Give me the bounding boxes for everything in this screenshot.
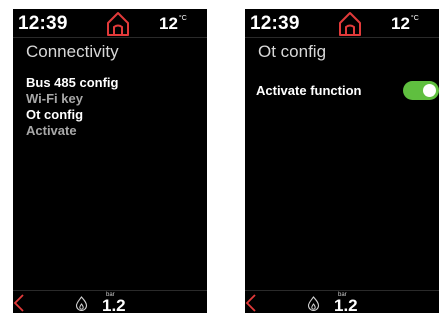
pressure-value: 1.2	[102, 296, 126, 313]
chevron-left-icon[interactable]	[245, 293, 257, 313]
bottom-bar: bar 1.2	[245, 290, 439, 313]
clock-time: 12:39	[250, 13, 300, 34]
bottom-bar: bar 1.2	[13, 290, 207, 313]
connectivity-menu: Bus 485 config Wi-Fi key Ot config Activ…	[26, 75, 118, 139]
page-title: Connectivity	[26, 42, 119, 61]
temperature-value: 12	[391, 14, 410, 33]
flame-icon	[307, 296, 320, 311]
activate-function-toggle[interactable]	[403, 81, 439, 100]
toggle-knob	[423, 84, 436, 97]
temperature-unit: °C	[410, 15, 419, 22]
flame-icon	[75, 296, 88, 311]
outdoor-temperature: 12°C	[159, 14, 187, 34]
ot-config-screen: 12:39 12°C Ot config Activate function b…	[245, 9, 439, 313]
page-title: Ot config	[258, 42, 327, 61]
clock-time: 12:39	[18, 13, 68, 34]
pressure-value: 1.2	[334, 296, 358, 313]
menu-item-wifi-key[interactable]: Wi-Fi key	[26, 91, 118, 107]
chevron-left-icon[interactable]	[13, 293, 25, 313]
activate-function-label: Activate function	[256, 83, 362, 98]
menu-item-bus-485-config[interactable]: Bus 485 config	[26, 75, 118, 91]
home-icon[interactable]	[336, 10, 364, 37]
connectivity-screen: 12:39 12°C Connectivity Bus 485 config W…	[13, 9, 207, 313]
status-bar: 12:39 12°C	[245, 9, 439, 38]
temperature-unit: °C	[178, 15, 187, 22]
menu-item-ot-config[interactable]: Ot config	[26, 107, 118, 123]
menu-item-activate[interactable]: Activate	[26, 123, 118, 139]
home-icon[interactable]	[104, 10, 132, 37]
outdoor-temperature: 12°C	[391, 14, 419, 34]
status-bar: 12:39 12°C	[13, 9, 207, 38]
temperature-value: 12	[159, 14, 178, 33]
